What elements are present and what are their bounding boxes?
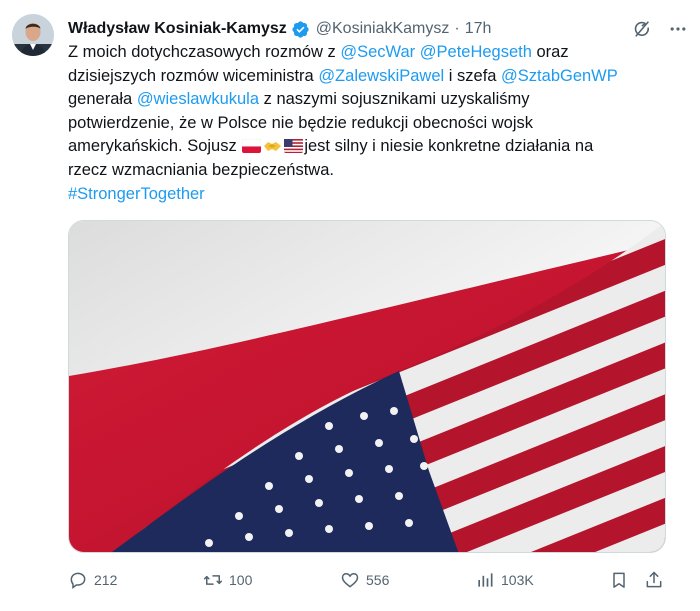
bookmark-icon bbox=[613, 572, 625, 588]
mention-sztabgenwp[interactable]: @SztabGenWP bbox=[501, 67, 618, 85]
more-options-icon[interactable] bbox=[668, 19, 688, 39]
share-button[interactable] bbox=[644, 568, 664, 592]
reply-button[interactable]: 212 bbox=[68, 568, 117, 592]
grok-icon[interactable] bbox=[632, 19, 652, 39]
author-avatar[interactable] bbox=[12, 14, 54, 56]
poland-flag-emoji bbox=[242, 138, 262, 154]
tweet-timestamp[interactable]: 17h bbox=[465, 20, 492, 38]
header-separator: · bbox=[454, 20, 460, 37]
views-icon bbox=[478, 573, 493, 587]
tweet: Władysław Kosiniak-Kamysz @KosiniakKamys… bbox=[0, 0, 700, 611]
repost-icon bbox=[203, 575, 223, 585]
heart-icon bbox=[341, 572, 359, 588]
mention-secwar[interactable]: @SecWar bbox=[340, 43, 415, 61]
tweet-header: Władysław Kosiniak-Kamysz @KosiniakKamys… bbox=[68, 17, 688, 41]
tweet-line: rzecz wzmacniania bezpieczeństwa. bbox=[68, 160, 334, 179]
tweet-image[interactable] bbox=[68, 220, 666, 553]
like-count: 556 bbox=[366, 572, 390, 588]
tweet-line: potwierdzenie, że w Polsce nie będzie re… bbox=[68, 113, 533, 132]
share-icon bbox=[646, 571, 662, 588]
tweet-line: #StrongerTogether bbox=[68, 183, 668, 207]
views-count: 103K bbox=[501, 572, 534, 588]
repost-count: 100 bbox=[229, 572, 253, 588]
tweet-text: Z moich dotychczasowych rozmów z @SecWar… bbox=[68, 41, 668, 206]
handshake-emoji bbox=[263, 138, 282, 153]
tweet-line: amerykańskich. Sojusz jest silny i niesi… bbox=[68, 137, 594, 156]
tweet-line: Z moich dotychczasowych rozmów z @SecWar… bbox=[68, 43, 569, 61]
mention-zalewskipawel[interactable]: @ZalewskiPawel bbox=[318, 67, 444, 85]
reply-count: 212 bbox=[94, 572, 118, 588]
mention-petehegseth[interactable]: @PeteHegseth bbox=[420, 43, 532, 61]
verified-badge-icon[interactable] bbox=[291, 20, 310, 39]
tweet-line: dzisiejszych rozmów wiceministra @Zalews… bbox=[68, 66, 618, 85]
us-flag-emoji bbox=[284, 138, 304, 154]
author-handle[interactable]: @KosiniakKamysz bbox=[316, 20, 450, 38]
author-name[interactable]: Władysław Kosiniak-Kamysz bbox=[68, 20, 287, 38]
hashtag-strongertogether[interactable]: #StrongerTogether bbox=[68, 185, 205, 203]
header-actions bbox=[632, 17, 688, 41]
tweet-actions: 212 100 556 103K bbox=[68, 568, 668, 592]
views-button[interactable]: 103K bbox=[475, 568, 534, 592]
bookmark-button[interactable] bbox=[609, 568, 629, 592]
reply-icon bbox=[70, 572, 86, 589]
mention-wieslawkukula[interactable]: @wieslawkukula bbox=[137, 90, 259, 108]
repost-button[interactable]: 100 bbox=[203, 568, 252, 592]
tweet-line: generała @wieslawkukula z naszymi sojusz… bbox=[68, 90, 530, 109]
like-button[interactable]: 556 bbox=[340, 568, 389, 592]
